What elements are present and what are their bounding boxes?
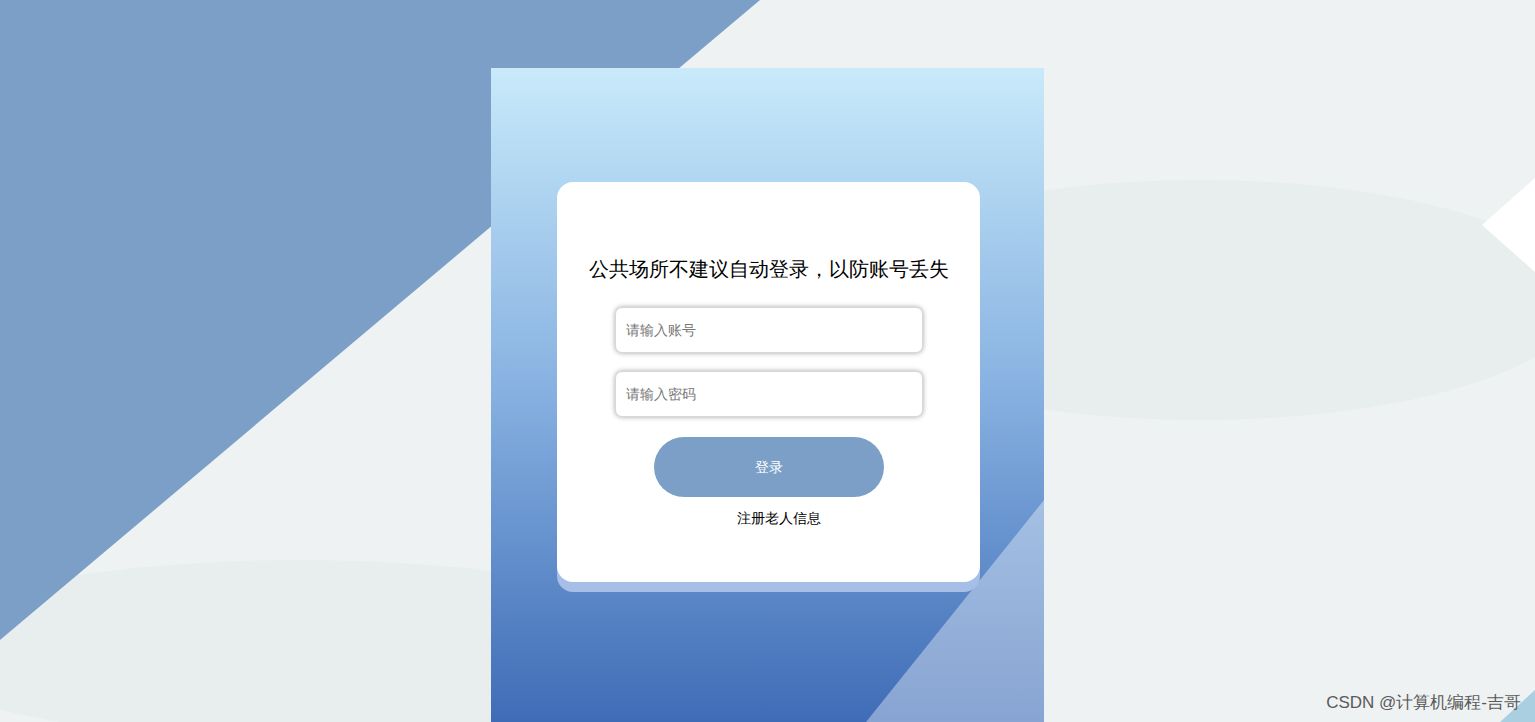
login-input[interactable] [615, 371, 923, 417]
login-button[interactable]: 登录 [654, 437, 884, 497]
watermark: CSDN @计算机编程-吉哥 [1326, 690, 1521, 716]
login-input[interactable] [615, 307, 923, 353]
login-fields [615, 307, 923, 417]
login-notice: 公共场所不建议自动登录，以防账号丢失 [589, 258, 949, 280]
register-link[interactable]: 注册老人信息 [737, 509, 821, 527]
page-body: 公共场所不建议自动登录，以防账号丢失登录注册老人信息 [0, 0, 1535, 722]
login-panel: 公共场所不建议自动登录，以防账号丢失登录注册老人信息 [491, 68, 1044, 722]
login-page: 公共场所不建议自动登录，以防账号丢失登录注册老人信息 CSDN @计算机编程-吉哥 [0, 0, 1535, 722]
login-card: 公共场所不建议自动登录，以防账号丢失登录注册老人信息 [557, 182, 980, 582]
